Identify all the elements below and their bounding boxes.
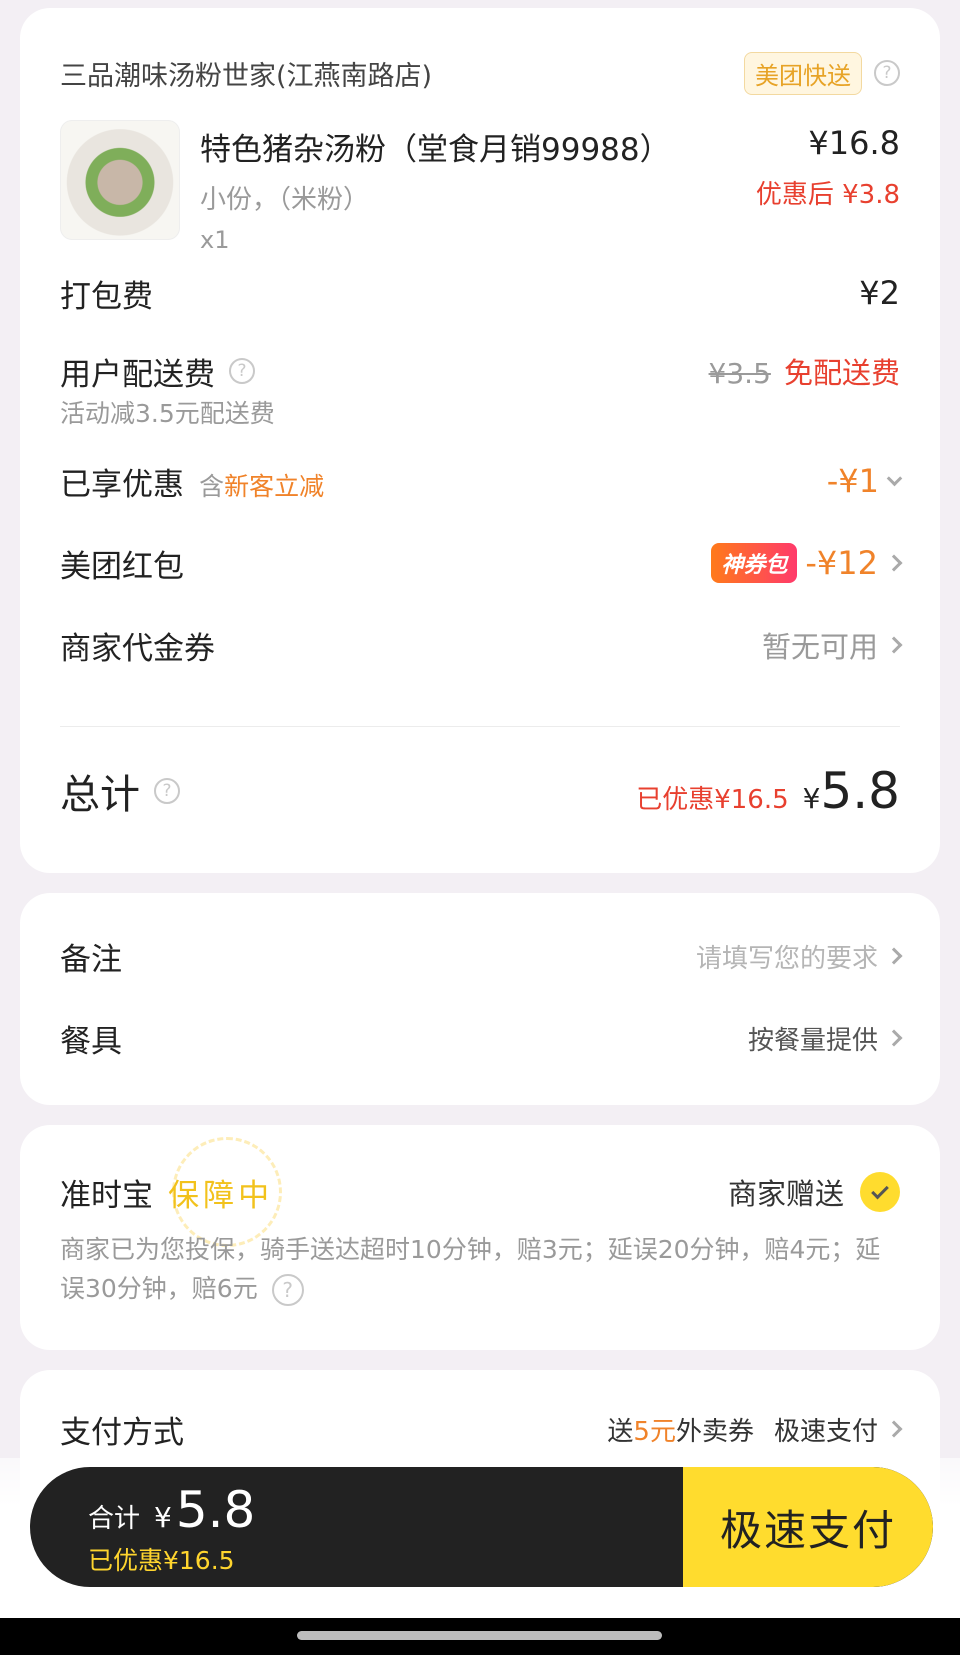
check-icon[interactable]: [860, 1172, 900, 1212]
remark-row[interactable]: 备注 请填写您的要求: [60, 931, 903, 981]
payment-method: 极速支付: [773, 1416, 878, 1447]
order-card: 三品潮味汤粉世家(江燕南路店) 美团快送 ? 特色猪杂汤粉（堂食月销99988）…: [20, 8, 940, 873]
ontime-title: 准时宝: [60, 1177, 153, 1214]
delivery-fee-label: 用户配送费: [60, 356, 215, 393]
delivery-fee-original: ¥3.5: [708, 357, 771, 390]
total-symbol: ¥: [802, 782, 821, 815]
total-help-icon[interactable]: ?: [154, 778, 180, 804]
ontime-gift: 商家赠送: [727, 1177, 844, 1211]
enjoyed-highlight: 新客立减: [224, 471, 325, 501]
remark-placeholder: 请填写您的要求: [695, 943, 878, 974]
delivery-fee-sub: 活动减3.5元配送费: [60, 399, 275, 428]
bar-total-label: 合计: [88, 1504, 141, 1534]
pay-button[interactable]: 极速支付: [683, 1467, 933, 1587]
system-nav-bar: [0, 1618, 960, 1655]
delivery-badge: 美团快送: [744, 51, 862, 95]
total-value: 5.8: [820, 762, 900, 820]
item-name: 特色猪杂汤粉（堂食月销99988）: [200, 132, 671, 168]
utensils-value: 按餐量提供: [747, 1025, 878, 1056]
store-name[interactable]: 三品潮味汤粉世家(江燕南路店): [60, 54, 432, 93]
chevron-right-icon: [885, 636, 903, 654]
total-saved: 已优惠¥16.5: [636, 785, 789, 815]
chevron-down-icon: [886, 470, 903, 486]
ontime-desc-text: 商家已为您投保，骑手送达超时10分钟，赔3元；延误20分钟，赔4元；延误30分钟…: [60, 1235, 881, 1303]
item-spec: 小份，（米粉）: [200, 185, 370, 215]
red-packet-label: 美团红包: [60, 548, 184, 585]
delivery-fee-value: 免配送费: [783, 356, 900, 390]
store-header: 三品潮味汤粉世家(江燕南路店) 美团快送 ?: [60, 48, 900, 98]
food-image: [60, 120, 180, 240]
remark-label: 备注: [60, 941, 122, 978]
utensils-label: 餐具: [60, 1023, 122, 1060]
item-discount-price: 优惠后 ¥3.8: [755, 180, 900, 210]
bar-saved: 已优惠¥16.5: [88, 1546, 235, 1575]
divider: [60, 726, 900, 727]
payment-promo-suffix: 外卖券: [675, 1416, 754, 1447]
voucher-value: 暂无可用: [761, 630, 878, 664]
item-qty: x1: [200, 226, 230, 254]
ontime-desc: 商家已为您投保，骑手送达超时10分钟，赔3元；延误20分钟，赔4元；延误30分钟…: [60, 1230, 904, 1308]
item-price: ¥16.8: [808, 124, 900, 162]
chevron-right-icon: [885, 947, 903, 965]
total-label: 总计: [60, 772, 140, 818]
checkout-bar: 合计 ¥ 5.8 已优惠¥16.5 极速支付: [30, 1467, 933, 1587]
packing-fee-row: 打包费 ¥2: [60, 268, 900, 318]
home-indicator[interactable]: [297, 1631, 662, 1640]
enjoyed-value: -¥1: [826, 462, 879, 500]
enjoyed-prefix: 含: [199, 471, 225, 501]
voucher-label: 商家代金券: [60, 630, 215, 667]
ontime-card: 准时宝 保障中 商家赠送 商家已为您投保，骑手送达超时10分钟，赔3元；延误20…: [20, 1125, 940, 1350]
ontime-status: 保障中: [168, 1177, 274, 1214]
item-row[interactable]: 特色猪杂汤粉（堂食月销99988） 小份，（米粉） x1 ¥16.8 优惠后 ¥…: [60, 120, 900, 255]
ontime-help-icon[interactable]: ?: [271, 1274, 304, 1306]
ontime-header: 准时宝 保障中 商家赠送: [60, 1167, 900, 1217]
payment-promo-prefix: 送: [607, 1416, 634, 1447]
chevron-right-icon: [885, 1029, 903, 1047]
red-packet-row[interactable]: 美团红包 神券包 -¥12: [60, 538, 903, 588]
delivery-help-icon[interactable]: ?: [229, 358, 255, 384]
utensils-row[interactable]: 餐具 按餐量提供: [60, 1013, 903, 1063]
enjoyed-label: 已享优惠: [60, 466, 184, 503]
bar-total-value: 5.8: [175, 1481, 256, 1539]
packing-fee-label: 打包费: [60, 278, 153, 315]
coupon-pack-badge: 神券包: [711, 543, 798, 583]
payment-row[interactable]: 支付方式 送 5元 外卖券 极速支付: [60, 1404, 903, 1454]
payment-promo-amount: 5元: [633, 1416, 676, 1447]
remarks-card: 备注 请填写您的要求 餐具 按餐量提供: [20, 893, 940, 1105]
enjoyed-discount-row[interactable]: 已享优惠 含新客立减 -¥1: [60, 456, 903, 506]
help-icon[interactable]: ?: [874, 60, 900, 86]
bar-total-symbol: ¥: [154, 1501, 172, 1534]
chevron-right-icon: [885, 554, 903, 572]
packing-fee-value: ¥2: [859, 274, 900, 312]
payment-label: 支付方式: [60, 1414, 184, 1451]
red-packet-value: -¥12: [805, 544, 878, 582]
voucher-row[interactable]: 商家代金券 暂无可用: [60, 620, 903, 670]
chevron-right-icon: [885, 1420, 903, 1438]
delivery-fee-row: 用户配送费 ? ¥3.5 免配送费: [60, 346, 900, 396]
total-row: 总计 ? 已优惠¥16.5 ¥ 5.8: [60, 756, 900, 826]
